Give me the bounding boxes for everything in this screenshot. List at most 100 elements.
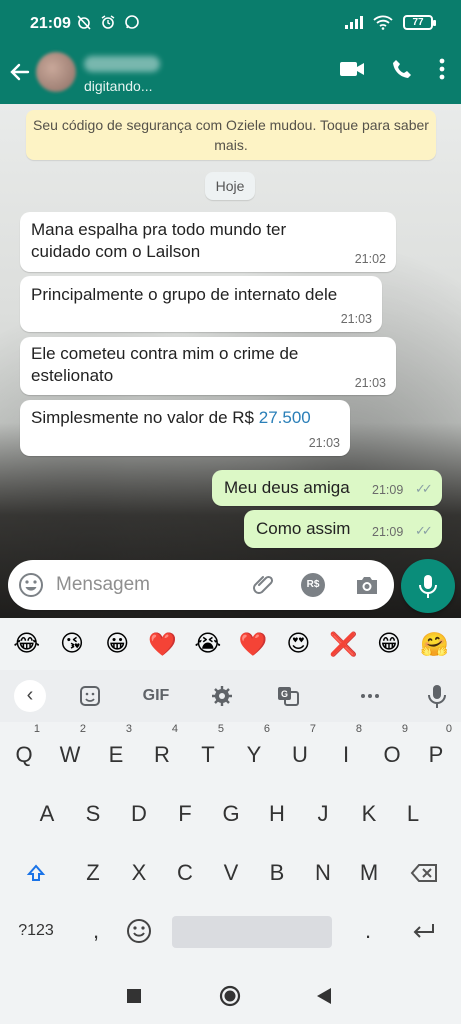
back-triangle-icon[interactable]	[316, 987, 332, 1005]
period-key[interactable]: .	[346, 908, 390, 954]
home-circle-icon[interactable]	[219, 985, 241, 1007]
keyboard-mic-icon[interactable]	[426, 682, 448, 710]
emoji-suggestion[interactable]: ❤️	[146, 631, 180, 658]
phone-icon[interactable]	[391, 58, 413, 80]
emoji-suggestion[interactable]: 😂	[10, 631, 44, 657]
message-text: Mana espalha pra todo mundo ter cuidado …	[31, 219, 286, 263]
camera-icon[interactable]	[354, 573, 380, 597]
more-horizontal-icon[interactable]	[358, 682, 382, 710]
key-n[interactable]: N	[301, 850, 345, 896]
key-l[interactable]: L	[391, 791, 435, 837]
key-x[interactable]: X	[117, 850, 161, 896]
message-amount-link[interactable]: 27.500	[259, 408, 311, 427]
key-s[interactable]: S	[71, 791, 115, 837]
key-label: E	[108, 742, 124, 767]
space-key[interactable]	[172, 916, 332, 948]
key-c[interactable]: C	[163, 850, 207, 896]
message-line: Mana espalha pra todo mundo ter	[31, 220, 287, 239]
status-notification-icons	[76, 14, 140, 30]
key-number-hint: 1	[33, 723, 40, 735]
key-q[interactable]: 1Q	[2, 723, 46, 778]
svg-text:G: G	[281, 689, 288, 699]
contact-avatar[interactable]	[36, 52, 76, 92]
key-number-hint: 5	[217, 723, 224, 735]
date-chip: Hoje	[205, 172, 255, 200]
message-time: 21:03	[308, 436, 340, 450]
key-t[interactable]: 5T	[186, 723, 230, 778]
contact-name-redacted[interactable]	[84, 56, 160, 72]
emoji-key[interactable]	[117, 908, 161, 954]
payment-icon[interactable]: R$	[301, 573, 325, 597]
key-f[interactable]: F	[163, 791, 207, 837]
message-bubble-incoming[interactable]: Simplesmente no valor de R$ 27.500 21:03	[20, 400, 350, 456]
message-input[interactable]: Mensagem R$	[8, 560, 394, 610]
video-camera-icon[interactable]	[339, 60, 365, 78]
emoji-suggestion[interactable]: 🤗	[417, 631, 451, 658]
signal-icon	[345, 15, 363, 29]
key-i[interactable]: 8I	[324, 723, 368, 778]
read-ticks-icon: ✓✓	[415, 523, 433, 538]
key-m[interactable]: M	[347, 850, 391, 896]
shift-arrow-icon	[26, 864, 46, 881]
chevron-left-icon[interactable]: ‹	[14, 680, 46, 712]
keyboard-toolbar: ‹ GIF G	[0, 670, 461, 722]
attach-icon[interactable]	[252, 573, 276, 597]
key-b[interactable]: B	[255, 850, 299, 896]
translate-icon[interactable]: G	[276, 682, 300, 710]
emoji-suggestion[interactable]: 😁	[372, 631, 406, 657]
emoji-suggestion[interactable]: ❌	[327, 631, 361, 658]
key-e[interactable]: 3E	[94, 723, 138, 778]
key-r[interactable]: 4R	[140, 723, 184, 778]
message-text: Meu deus amiga	[224, 478, 350, 497]
wifi-icon	[373, 15, 393, 30]
arrow-left-icon[interactable]	[6, 58, 34, 86]
alarm-off-icon	[77, 15, 91, 30]
key-a[interactable]: A	[25, 791, 69, 837]
key-label: U	[292, 742, 308, 767]
key-w[interactable]: 2W	[48, 723, 92, 778]
key-d[interactable]: D	[117, 791, 161, 837]
security-code-notice[interactable]: Seu código de segurança com Oziele mudou…	[26, 110, 436, 160]
key-z[interactable]: Z	[71, 850, 115, 896]
key-g[interactable]: G	[209, 791, 253, 837]
key-p[interactable]: 0P	[414, 723, 458, 778]
key-label: W	[59, 742, 81, 767]
backspace-key[interactable]	[402, 850, 446, 896]
voice-record-button[interactable]	[401, 559, 455, 613]
key-o[interactable]: 9O	[370, 723, 414, 778]
emoji-suggestion[interactable]: ❤️	[236, 631, 270, 658]
gif-button[interactable]: GIF	[138, 682, 174, 710]
enter-arrow-icon	[413, 924, 434, 938]
emoji-suggestion[interactable]: 😘	[55, 631, 89, 657]
more-vertical-icon[interactable]	[439, 58, 445, 80]
key-y[interactable]: 6Y	[232, 723, 276, 778]
sticker-icon[interactable]	[78, 682, 102, 710]
shift-key[interactable]	[14, 850, 58, 896]
message-time: 21:09	[372, 525, 404, 539]
key-k[interactable]: K	[347, 791, 391, 837]
key-j[interactable]: J	[301, 791, 345, 837]
enter-key[interactable]	[402, 908, 446, 954]
emoji-icon[interactable]	[18, 572, 44, 598]
smiley-icon	[127, 919, 151, 943]
message-time: 21:02	[354, 252, 386, 266]
message-bubble-incoming[interactable]: Principalmente o grupo de internato dele…	[20, 276, 382, 332]
message-bubble-incoming[interactable]: Ele cometeu contra mim o crime de esteli…	[20, 337, 396, 395]
key-u[interactable]: 7U	[278, 723, 322, 778]
message-bubble-incoming[interactable]: Mana espalha pra todo mundo ter cuidado …	[20, 212, 396, 272]
comma-key[interactable]: ,	[74, 908, 118, 954]
message-bubble-outgoing[interactable]: Como assim 21:09 ✓✓	[244, 510, 442, 548]
chat-area[interactable]: Seu código de segurança com Oziele mudou…	[0, 104, 461, 618]
message-text-prefix: Simplesmente no valor de R$	[31, 408, 259, 427]
key-h[interactable]: H	[255, 791, 299, 837]
recents-square-icon[interactable]	[126, 988, 142, 1004]
message-bubble-outgoing[interactable]: Meu deus amiga 21:09 ✓✓	[212, 470, 442, 506]
emoji-suggestion[interactable]: 😀	[100, 631, 134, 657]
gear-icon[interactable]	[210, 682, 234, 710]
key-v[interactable]: V	[209, 850, 253, 896]
chat-header: digitando...	[0, 48, 461, 104]
emoji-suggestion[interactable]: 😍	[281, 631, 315, 657]
symbols-key[interactable]: ?123	[8, 908, 64, 954]
emoji-suggestion[interactable]: 😭	[191, 631, 225, 657]
key-label: T	[201, 742, 215, 767]
